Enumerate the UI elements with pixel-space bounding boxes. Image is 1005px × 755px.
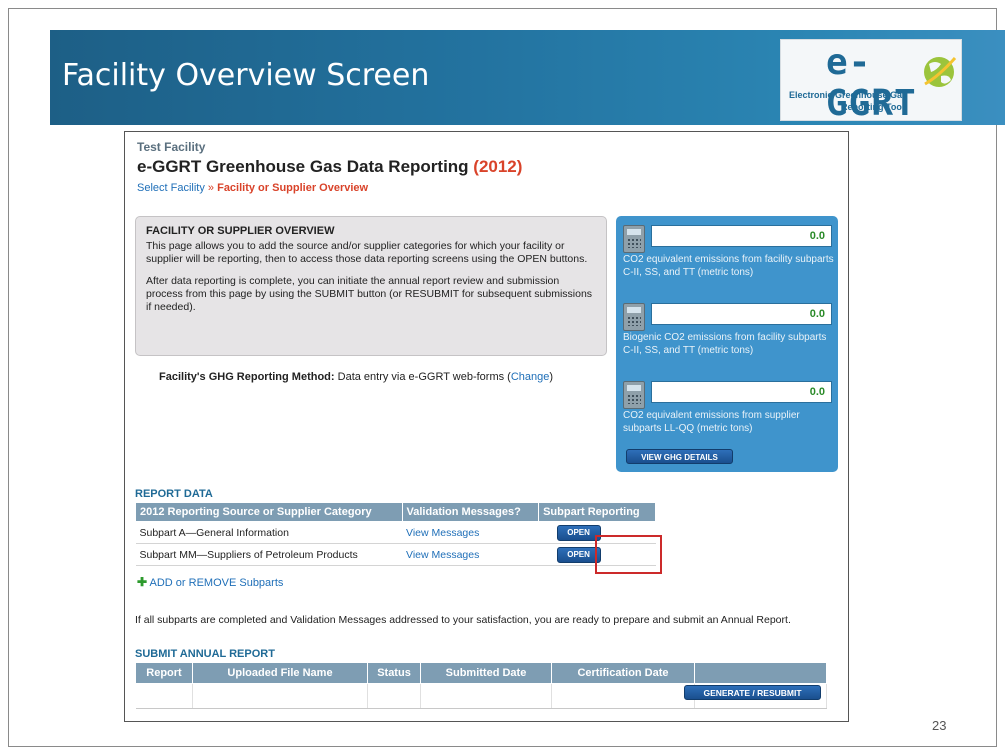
- view-messages-link[interactable]: View Messages: [406, 549, 479, 561]
- column-header: [694, 662, 827, 684]
- overview-paragraph-1: This page allows you to add the source a…: [146, 240, 588, 265]
- calculator-icon: [623, 303, 645, 331]
- column-header: Subpart Reporting: [538, 502, 656, 522]
- open-button-highlight: [595, 535, 662, 574]
- logo-subtitle-1: Electronic Greenhouse Gas: [789, 90, 908, 100]
- calculator-icon: [623, 225, 645, 253]
- egggrt-logo: e-GGRT Electronic Greenhouse Gas Reporti…: [780, 39, 962, 124]
- column-header: Submitted Date: [420, 662, 552, 684]
- breadcrumb: Select Facility » Facility or Supplier O…: [137, 182, 368, 194]
- page-title: e-GGRT Greenhouse Gas Data Reporting (20…: [137, 157, 522, 177]
- facility-name: Test Facility: [137, 140, 206, 154]
- column-header: Status: [367, 662, 421, 684]
- report-data-table: 2012 Reporting Source or Supplier Catego…: [135, 502, 656, 566]
- subpart-category: Subpart MM—Suppliers of Petroleum Produc…: [135, 543, 403, 566]
- add-remove-label: ADD or REMOVE Subparts: [149, 577, 284, 589]
- slide-title: Facility Overview Screen: [62, 58, 430, 93]
- open-button[interactable]: OPEN: [556, 524, 601, 541]
- table-header-row: Report Uploaded File Name Status Submitt…: [135, 662, 827, 684]
- column-header: Report: [135, 662, 193, 684]
- breadcrumb-select-facility[interactable]: Select Facility: [137, 182, 205, 194]
- change-method-link[interactable]: Change: [511, 371, 550, 383]
- column-header: Validation Messages?: [401, 502, 540, 522]
- page-title-text: e-GGRT Greenhouse Gas Data Reporting: [137, 157, 474, 176]
- overview-title: FACILITY OR SUPPLIER OVERVIEW: [146, 225, 335, 237]
- column-header: Certification Date: [551, 662, 695, 684]
- reporting-method: Facility's GHG Reporting Method: Data en…: [159, 371, 553, 383]
- logo-subtitle-2: Reporting Tool: [841, 102, 905, 112]
- column-header: Uploaded File Name: [192, 662, 368, 684]
- generate-resubmit-button[interactable]: GENERATE / RESUBMIT: [684, 685, 821, 700]
- globe-icon: [924, 57, 957, 87]
- reporting-method-label: Facility's GHG Reporting Method:: [159, 371, 335, 383]
- column-header: 2012 Reporting Source or Supplier Catego…: [135, 502, 403, 522]
- table-row: Subpart A—General Information View Messa…: [135, 521, 656, 544]
- reporting-method-close: ): [549, 371, 554, 383]
- emissions-label: Biogenic CO2 emissions from facility sub…: [623, 332, 827, 356]
- plus-icon: ✚: [137, 575, 148, 589]
- page-number: 23: [932, 718, 947, 733]
- title-banner: Facility Overview Screen e-GGRT Electron…: [50, 30, 1005, 125]
- table-row: Subpart MM—Suppliers of Petroleum Produc…: [135, 543, 656, 566]
- add-remove-subparts-link[interactable]: ✚ ADD or REMOVE Subparts: [137, 575, 283, 589]
- subpart-category: Subpart A—General Information: [135, 521, 403, 544]
- submit-instructions: If all subparts are completed and Valida…: [135, 614, 791, 626]
- reporting-method-value: Data entry via e-GGRT web-forms (: [334, 371, 511, 383]
- emissions-panel: 0.0 CO2 equivalent emissions from facili…: [616, 216, 838, 472]
- breadcrumb-current: Facility or Supplier Overview: [217, 182, 369, 194]
- emissions-value: 0.0: [651, 225, 832, 247]
- emissions-value: 0.0: [651, 303, 832, 325]
- submit-annual-report-heading: SUBMIT ANNUAL REPORT: [135, 648, 275, 660]
- emissions-value: 0.0: [651, 381, 832, 403]
- overview-panel: FACILITY OR SUPPLIER OVERVIEW This page …: [135, 216, 607, 356]
- report-data-heading: REPORT DATA: [135, 488, 213, 500]
- table-header-row: 2012 Reporting Source or Supplier Catego…: [135, 502, 656, 522]
- emissions-label: CO2 equivalent emissions from facility s…: [623, 254, 834, 278]
- reporting-year: (2012): [473, 157, 523, 176]
- open-button[interactable]: OPEN: [556, 546, 601, 563]
- view-messages-link[interactable]: View Messages: [406, 527, 479, 539]
- calculator-icon: [623, 381, 645, 409]
- overview-paragraph-2: After data reporting is complete, you ca…: [146, 275, 593, 313]
- breadcrumb-separator: »: [204, 182, 218, 194]
- view-ghg-details-button[interactable]: VIEW GHG DETAILS: [626, 449, 733, 464]
- emissions-label: CO2 equivalent emissions from supplier s…: [623, 410, 800, 434]
- app-screenshot: Test Facility e-GGRT Greenhouse Gas Data…: [124, 131, 849, 722]
